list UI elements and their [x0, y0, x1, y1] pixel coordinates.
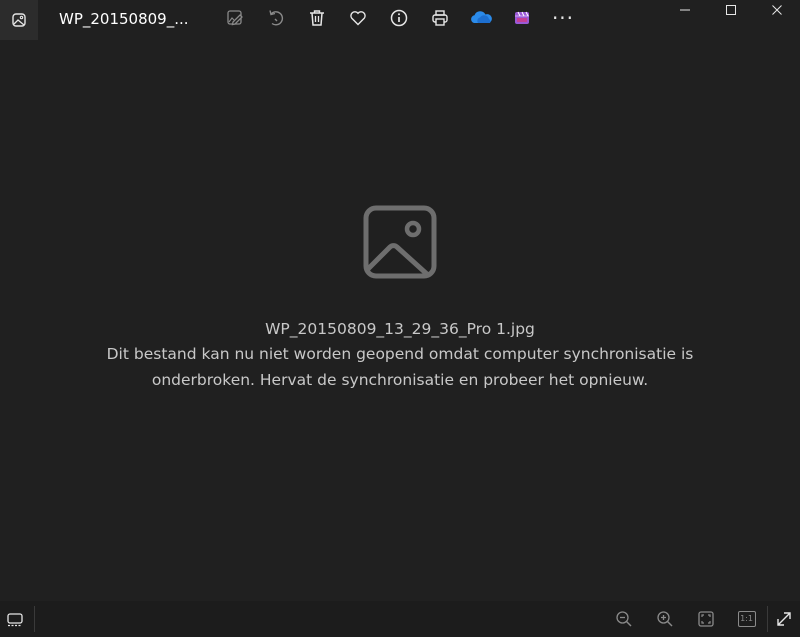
edit-image-icon — [227, 10, 243, 26]
window-controls — [662, 0, 800, 20]
minimize-icon — [680, 9, 690, 11]
more-options-icon: ··· — [551, 6, 575, 30]
print-button[interactable] — [427, 6, 453, 30]
window-title: WP_20150809_... — [59, 10, 189, 28]
toolbar: ··· — [222, 6, 591, 30]
info-button[interactable] — [386, 6, 412, 30]
rotate-icon — [269, 10, 284, 26]
info-icon — [390, 9, 408, 27]
zoom-out-button[interactable] — [603, 601, 644, 637]
error-message-area: WP_20150809_13_29_36_Pro 1.jpg Dit besta… — [0, 205, 800, 393]
more-options-button[interactable]: ··· — [550, 6, 576, 30]
delete-icon — [310, 10, 324, 26]
actual-size-label: 1:1 — [740, 614, 753, 623]
title-bar: WP_20150809_... ··· — [0, 0, 800, 40]
maximize-button[interactable] — [708, 0, 754, 20]
zoom-in-icon — [656, 611, 672, 627]
filmstrip-toggle-button[interactable] — [0, 601, 30, 637]
close-icon — [772, 5, 782, 15]
clipchamp-video-icon — [515, 11, 529, 24]
file-name: WP_20150809_13_29_36_Pro 1.jpg — [265, 320, 535, 338]
clipchamp-button[interactable] — [509, 6, 535, 30]
zoom-controls: 1:1 — [603, 601, 800, 637]
print-icon — [432, 10, 448, 26]
delete-button[interactable] — [304, 6, 330, 30]
onedrive-button[interactable] — [468, 6, 494, 30]
bottom-divider — [34, 606, 35, 632]
close-button[interactable] — [754, 0, 800, 20]
app-icon-button[interactable] — [0, 0, 38, 40]
favorite-heart-icon — [350, 11, 366, 26]
rotate-button[interactable] — [263, 6, 289, 30]
image-placeholder-icon — [363, 205, 437, 279]
bottom-bar: 1:1 — [0, 601, 800, 637]
fit-to-window-button[interactable] — [685, 601, 726, 637]
fullscreen-button[interactable] — [768, 601, 800, 637]
favorite-button[interactable] — [345, 6, 371, 30]
photos-app-window: WP_20150809_... ··· WP_20150809_13_29_36… — [0, 0, 800, 637]
zoom-in-button[interactable] — [644, 601, 685, 637]
minimize-button[interactable] — [662, 0, 708, 20]
maximize-icon — [726, 5, 736, 15]
photos-app-icon — [12, 13, 26, 27]
edit-image-button[interactable] — [222, 6, 248, 30]
actual-size-icon: 1:1 — [737, 611, 756, 627]
fullscreen-icon — [777, 612, 791, 626]
error-text-line-2: onderbroken. Hervat de synchronisatie en… — [151, 371, 649, 389]
onedrive-cloud-icon — [471, 11, 492, 23]
error-text-line-1: Dit bestand kan nu niet worden geopend o… — [106, 345, 694, 363]
fit-to-window-icon — [697, 611, 714, 627]
actual-size-button[interactable]: 1:1 — [726, 601, 767, 637]
filmstrip-icon — [7, 613, 23, 627]
zoom-out-icon — [615, 611, 631, 627]
